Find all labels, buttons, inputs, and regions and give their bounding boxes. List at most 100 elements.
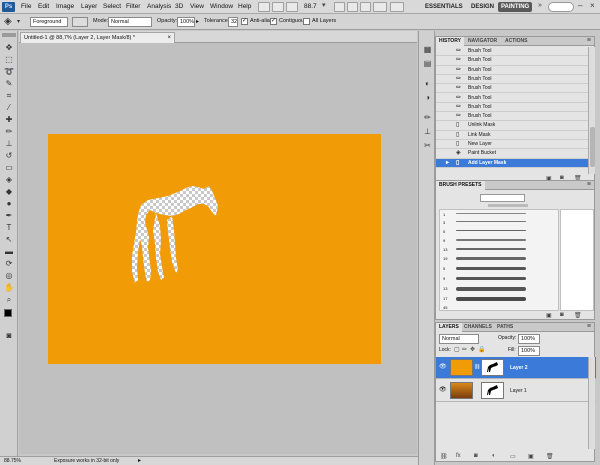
brush-stroke-preview[interactable]	[456, 239, 526, 241]
history-panel-menu-icon[interactable]: ≡	[587, 37, 591, 44]
menu-window[interactable]: Window	[210, 0, 233, 14]
history-item[interactable]: ✏ Brush Tool	[436, 47, 588, 57]
brush-stroke-preview[interactable]	[456, 287, 526, 291]
zoom-level-readout[interactable]: 88.7	[304, 0, 317, 14]
opacity-slider-chevron-icon[interactable]: ▸	[196, 18, 199, 25]
adjustment-layer-icon[interactable]: ◐	[492, 453, 496, 459]
brush-panel-menu-icon[interactable]: ≡	[587, 181, 591, 188]
layer-thumbnail[interactable]	[450, 382, 473, 399]
tool-preset-chevron-icon[interactable]: ▾	[17, 18, 20, 25]
tab-actions[interactable]: ACTIONS	[502, 37, 531, 46]
document-canvas[interactable]	[48, 134, 381, 364]
swatches-panel-icon[interactable]: ▤	[422, 59, 433, 69]
new-group-icon[interactable]: ▭	[510, 453, 516, 460]
history-item[interactable]: ✏ Brush Tool	[436, 84, 588, 94]
crop-tool-icon[interactable]: ⌗	[4, 91, 14, 101]
bridge-button[interactable]	[258, 2, 270, 12]
visibility-eye-icon[interactable]: 👁	[439, 364, 447, 371]
brush-panel-icon[interactable]: ✏	[422, 113, 433, 123]
zoom-tool-button[interactable]	[347, 2, 358, 12]
brush-size-field[interactable]	[480, 194, 525, 202]
marquee-tool-icon[interactable]: ⬚	[4, 55, 14, 65]
workspace-overflow-icon[interactable]: »	[538, 2, 542, 9]
blend-mode-select[interactable]: Normal	[108, 17, 152, 27]
move-tool-icon[interactable]: ✥	[4, 43, 14, 53]
visibility-eye-icon[interactable]: 👁	[439, 387, 447, 394]
history-item[interactable]: ▯ New Layer	[436, 140, 588, 150]
shape-tool-icon[interactable]: ▬	[4, 247, 14, 257]
antialias-checkbox[interactable]	[241, 17, 248, 25]
menu-view[interactable]: View	[190, 0, 204, 14]
workspace-design[interactable]: DESIGN	[468, 2, 497, 12]
lock-position-icon[interactable]: ✥	[470, 346, 475, 353]
menu-3d[interactable]: 3D	[175, 0, 183, 14]
all-layers-checkbox[interactable]	[303, 18, 310, 25]
brush-stroke-preview[interactable]	[456, 248, 526, 250]
layer-style-icon[interactable]: fx	[456, 453, 461, 459]
layer-mask-thumbnail[interactable]	[481, 382, 504, 399]
history-item-selected[interactable]: ▸ ▯ Add Layer Mask	[436, 158, 588, 168]
hand-tool-button[interactable]	[334, 2, 345, 12]
menu-analysis[interactable]: Analysis	[147, 0, 171, 14]
zoom-chevron-down-icon[interactable]: ▾	[322, 1, 326, 9]
layer-blend-mode-select[interactable]: Normal	[439, 334, 479, 344]
tolerance-input[interactable]: 32	[228, 17, 238, 27]
screen-mode-button[interactable]	[390, 2, 404, 12]
layers-panel-menu-icon[interactable]: ≡	[587, 323, 591, 330]
minimize-icon[interactable]: –	[578, 1, 582, 10]
healing-brush-tool-icon[interactable]: ✚	[4, 115, 14, 125]
pattern-picker[interactable]	[72, 17, 88, 27]
delete-layer-icon[interactable]: 🗑	[546, 453, 554, 460]
layers-scrollbar[interactable]	[588, 357, 595, 449]
tab-paths[interactable]: PATHS	[494, 323, 516, 332]
view-extras-button[interactable]	[286, 2, 298, 12]
history-item[interactable]: ✏ Brush Tool	[436, 103, 588, 113]
paint-bucket-tool-preset-icon[interactable]: ◈	[4, 16, 12, 27]
tools-panel-grip[interactable]	[2, 33, 16, 37]
tab-navigator[interactable]: NAVIGATOR	[465, 37, 500, 46]
history-item[interactable]: ✏ Brush Tool	[436, 94, 588, 103]
brush-stroke-preview[interactable]	[456, 297, 526, 301]
quick-mask-icon[interactable]: ◙	[4, 331, 14, 341]
brush-stroke-preview[interactable]	[456, 230, 526, 231]
eyedropper-tool-icon[interactable]: ⁄	[4, 103, 14, 113]
tab-brush-presets[interactable]: BRUSH PRESETS	[436, 181, 485, 190]
brush-delete-icon[interactable]: 🗑	[574, 312, 582, 319]
path-selection-tool-icon[interactable]: ↖	[4, 235, 14, 245]
clone-source-panel-icon[interactable]: ⊥	[422, 127, 433, 137]
masks-panel-icon[interactable]: ◑	[422, 93, 433, 103]
menu-image[interactable]: Image	[56, 0, 74, 14]
history-item[interactable]: ✏ Brush Tool	[436, 66, 588, 75]
history-item[interactable]: ✏ Brush Tool	[436, 112, 588, 122]
menu-help[interactable]: Help	[238, 0, 251, 14]
paint-bucket-tool-icon[interactable]: ◈	[4, 175, 14, 185]
3d-rotate-tool-icon[interactable]: ⟳	[4, 259, 14, 269]
layer-row-layer-2[interactable]: 👁 ⛓ Layer 2	[436, 357, 596, 379]
history-item[interactable]: ✏ Brush Tool	[436, 75, 588, 85]
document-close-icon[interactable]: ×	[167, 33, 171, 43]
menu-select[interactable]: Select	[103, 0, 121, 14]
pen-tool-icon[interactable]: ✒	[4, 211, 14, 221]
history-scroll-thumb[interactable]	[590, 127, 595, 167]
adjustments-panel-icon[interactable]: ◐	[422, 79, 433, 89]
brush-stroke-preview[interactable]	[456, 213, 526, 214]
add-mask-icon[interactable]: ◙	[474, 453, 478, 459]
layer-row-layer-1[interactable]: 👁 Layer 1	[436, 380, 596, 402]
layer-name[interactable]: Layer 2	[510, 365, 528, 371]
color-panel-icon[interactable]: ▦	[422, 45, 433, 55]
opacity-input[interactable]: 100%	[177, 17, 195, 27]
brush-stroke-preview[interactable]	[456, 221, 526, 222]
brush-new-preset-icon[interactable]: ◙	[560, 312, 564, 318]
contiguous-checkbox[interactable]	[270, 17, 277, 25]
brush-size-slider[interactable]	[488, 204, 528, 207]
close-icon[interactable]: ×	[590, 1, 595, 10]
clone-stamp-tool-icon[interactable]: ⊥	[4, 139, 14, 149]
history-item[interactable]: ◈ Paint Bucket	[436, 149, 588, 159]
history-scrollbar[interactable]	[588, 47, 595, 174]
hand-tool-icon[interactable]: ✋	[4, 283, 14, 293]
layer-opacity-input[interactable]: 100%	[518, 334, 540, 344]
layer-mask-thumbnail[interactable]	[481, 359, 504, 376]
tab-channels[interactable]: CHANNELS	[461, 323, 495, 332]
arrange-documents-button[interactable]	[373, 2, 387, 12]
tab-layers[interactable]: LAYERS	[436, 323, 462, 332]
